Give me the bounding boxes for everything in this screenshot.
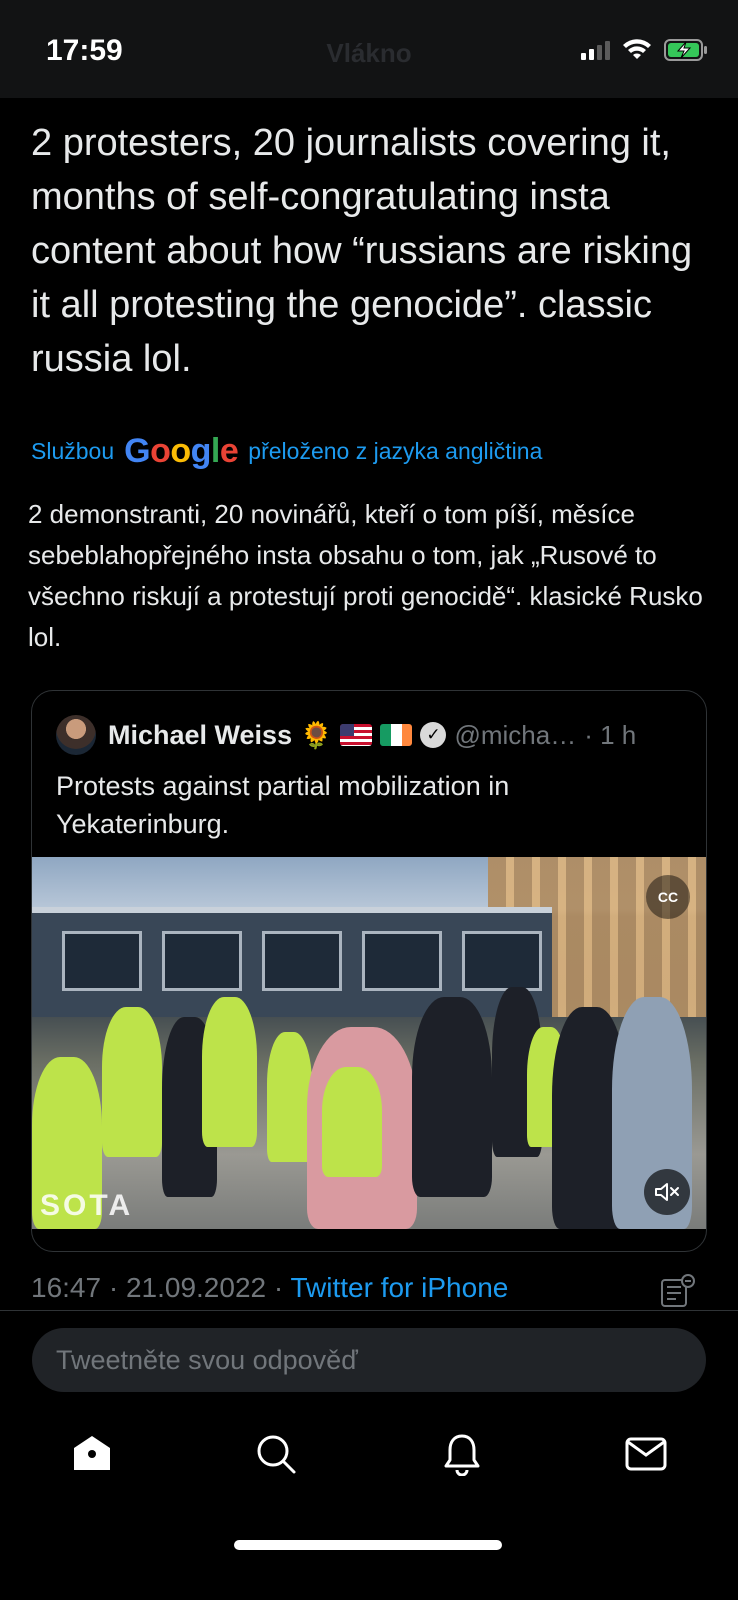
signal-icon: [581, 40, 610, 60]
tab-home[interactable]: [62, 1424, 122, 1484]
google-logo: Google: [124, 432, 239, 470]
reply-input[interactable]: Tweetněte svou odpověď: [32, 1328, 706, 1392]
quoted-tweet-text: Protests against partial mobilization in…: [56, 771, 510, 839]
status-icons: [581, 38, 708, 62]
ireland-flag-icon: [380, 724, 413, 746]
author-handle: @micha…: [454, 719, 577, 750]
tweet-source-link[interactable]: Twitter for iPhone: [290, 1272, 508, 1303]
bell-icon: [444, 1434, 480, 1476]
mute-button[interactable]: [644, 1169, 690, 1215]
quoted-tweet-card[interactable]: Michael Weiss 🌻 ✓ @micha… · 1 h Protests…: [31, 690, 707, 1252]
media-watermark: SOTA: [40, 1189, 134, 1222]
translated-by-link[interactable]: Službou Google přeloženo z jazyka anglič…: [31, 432, 542, 471]
tab-notifications[interactable]: [432, 1424, 492, 1484]
quote-time: · 1 h: [584, 719, 637, 750]
home-indicator: [234, 1540, 502, 1550]
quoted-tweet-header: Michael Weiss 🌻 ✓ @micha… · 1 h: [56, 715, 636, 755]
tweet-text: 2 protesters, 20 journalists covering it…: [31, 122, 693, 380]
status-bar: 17:59 Vlákno: [0, 0, 738, 98]
captions-button[interactable]: CC: [646, 875, 690, 919]
tab-bar: [0, 1424, 738, 1494]
author-name[interactable]: Michael Weiss: [108, 720, 292, 751]
sunflower-icon: 🌻: [300, 720, 333, 750]
bus-bg: [32, 907, 552, 1017]
home-icon: [74, 1436, 110, 1470]
captions-icon: CC: [657, 889, 679, 905]
tweet-meta: 16:47 · 21.09.2022 · Twitter for iPhone: [31, 1272, 691, 1304]
translated-by-suffix: přeloženo z jazyka angličtina: [248, 438, 543, 464]
translated-by-prefix: Službou: [31, 438, 115, 464]
tab-search[interactable]: [246, 1424, 306, 1484]
us-flag-icon: [340, 724, 373, 746]
tab-messages[interactable]: [616, 1424, 676, 1484]
video-player[interactable]: SOTA CC: [32, 857, 706, 1229]
translated-text: 2 demonstranti, 20 novinářů, kteří o tom…: [28, 499, 703, 652]
tweet-timestamp: 16:47 · 21.09.2022 ·: [31, 1272, 291, 1303]
avatar[interactable]: [56, 715, 96, 755]
verified-badge-icon: ✓: [420, 722, 447, 748]
wifi-icon: [623, 39, 651, 59]
mail-icon: [625, 1437, 667, 1471]
speaker-muted-icon: [655, 1183, 679, 1201]
analytics-icon[interactable]: [660, 1274, 696, 1308]
search-icon: [257, 1435, 296, 1474]
battery-charging-icon: [664, 39, 707, 61]
